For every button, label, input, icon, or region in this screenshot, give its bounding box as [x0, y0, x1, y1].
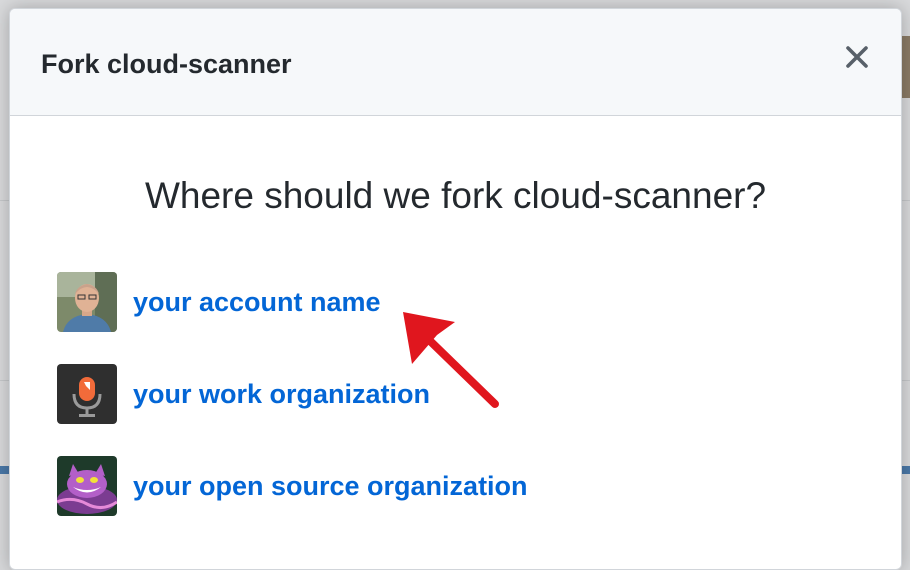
fork-dialog: Fork cloud-scanner Where should we fork …	[9, 8, 902, 570]
cheshire-cat-avatar	[57, 456, 117, 516]
owner-item-oss-org[interactable]: your open source organization	[57, 456, 528, 516]
owner-list: your account name your work organization	[57, 272, 528, 548]
microphone-logo-avatar	[57, 364, 117, 424]
dialog-header: Fork cloud-scanner	[10, 9, 901, 116]
owner-link-work-org[interactable]: your work organization	[133, 379, 430, 410]
fork-question: Where should we fork cloud-scanner?	[144, 175, 767, 216]
owner-link-account[interactable]: your account name	[133, 287, 381, 318]
user-photo-avatar	[57, 272, 117, 332]
dialog-title: Fork cloud-scanner	[41, 49, 292, 79]
owner-item-work-org[interactable]: your work organization	[57, 364, 528, 424]
owner-item-account[interactable]: your account name	[57, 272, 528, 332]
close-button[interactable]	[841, 41, 873, 73]
owner-link-oss-org[interactable]: your open source organization	[133, 471, 528, 502]
close-icon	[846, 46, 868, 68]
